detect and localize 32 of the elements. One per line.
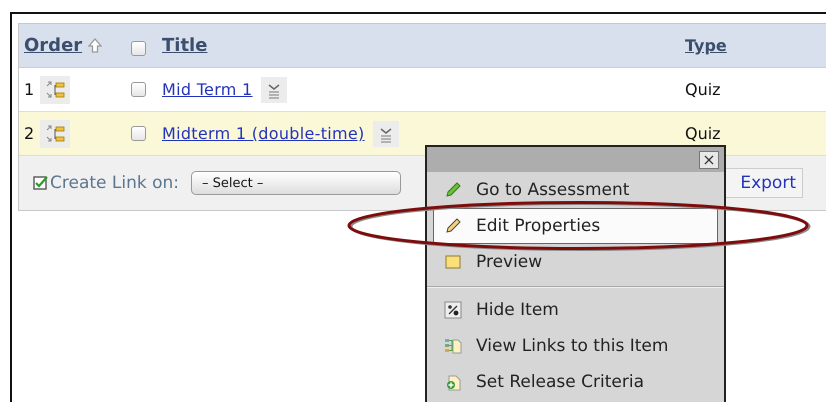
menu-item[interactable]: Set Release Criteria — [433, 364, 718, 400]
menu-toggle-icon[interactable] — [260, 76, 287, 102]
close-button[interactable]: × — [699, 150, 719, 168]
menu-item[interactable]: Hide Item — [433, 292, 718, 328]
type-text: Quiz — [685, 124, 721, 143]
reorder-icon[interactable] — [40, 76, 70, 104]
menu-item[interactable]: Edit Properties — [433, 208, 718, 244]
reorder-icon[interactable] — [40, 120, 70, 148]
order-number: 2 — [24, 124, 34, 143]
pencil-icon — [444, 217, 462, 235]
column-header[interactable]: Order — [24, 35, 82, 56]
row-checkbox[interactable] — [131, 126, 146, 141]
assessment-link[interactable]: Midterm 1 (double-time) — [162, 124, 365, 143]
preview-icon — [444, 253, 462, 271]
create-link-label: Create Link on: — [50, 173, 180, 193]
pencil-icon — [444, 181, 462, 199]
row-checkbox[interactable] — [131, 82, 146, 97]
sort-arrow-icon[interactable] — [88, 38, 102, 54]
assessment-link[interactable]: Mid Term 1 — [162, 80, 253, 99]
column-header[interactable]: Title — [162, 35, 208, 56]
hide-icon — [444, 301, 462, 319]
select-all-checkbox[interactable] — [131, 41, 146, 56]
order-number: 1 — [24, 80, 34, 99]
link-type-select[interactable]: – Select – — [191, 171, 402, 195]
menu-item[interactable]: View Links to this Item — [433, 328, 718, 364]
links-icon — [444, 337, 462, 355]
column-header[interactable]: Type — [685, 36, 727, 55]
menu-toggle-icon[interactable] — [372, 120, 399, 146]
type-text: Quiz — [685, 80, 721, 99]
checkbox-tick-icon — [33, 175, 49, 191]
release-icon — [444, 373, 462, 391]
menu-item[interactable]: Preview — [433, 244, 718, 280]
